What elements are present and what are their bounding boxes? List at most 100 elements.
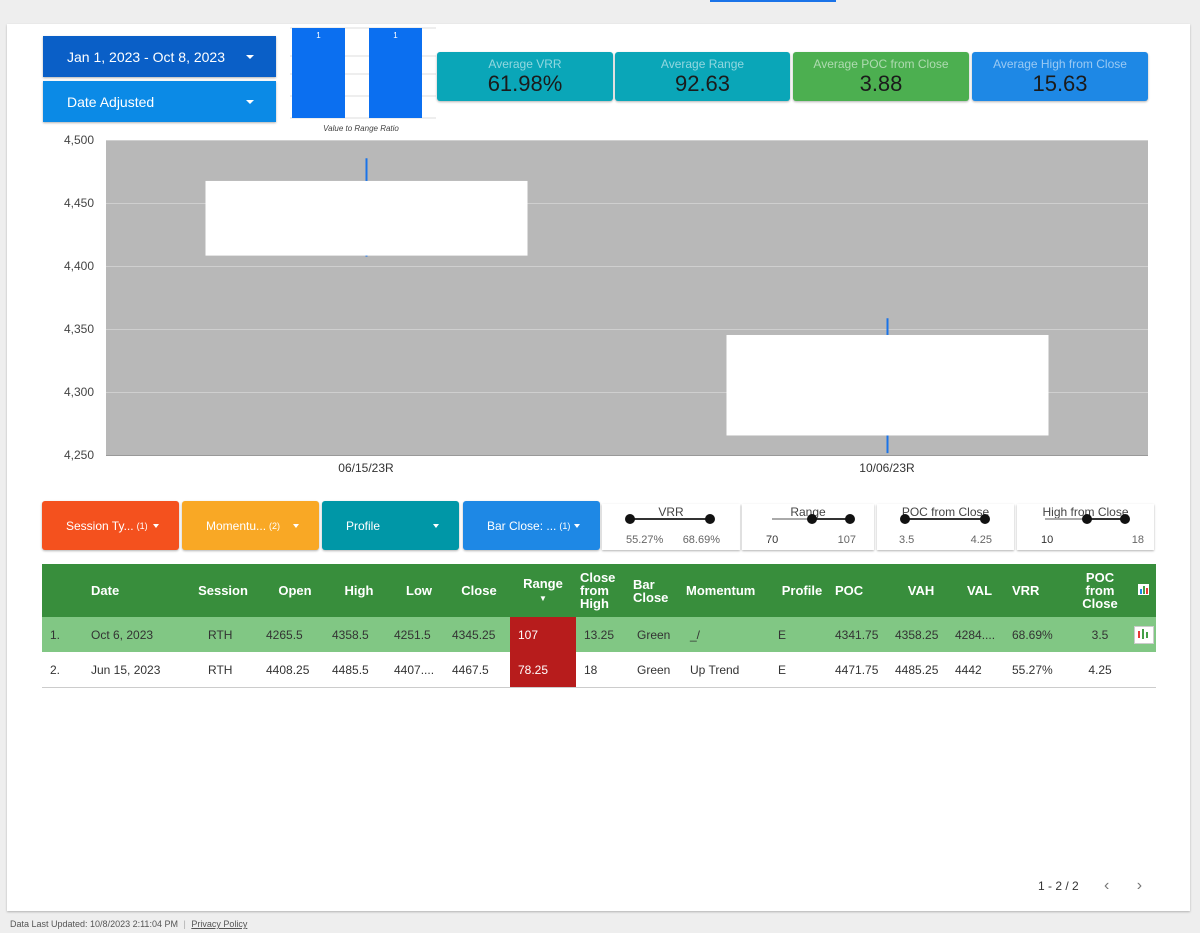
active-tab-indicator	[710, 0, 836, 2]
col-header-bar-close[interactable]: Bar Close	[629, 564, 682, 617]
cell-vrr: 55.27%	[1008, 652, 1070, 688]
mini-bar	[369, 28, 422, 118]
cell-poc: 4471.75	[831, 652, 891, 688]
cell-val: 4284....	[951, 617, 1008, 652]
kpi-value: 61.98%	[487, 71, 563, 96]
slider-track	[905, 518, 985, 520]
cell-close-from-high: 18	[576, 652, 629, 688]
profile-filter[interactable]: Profile	[322, 501, 459, 550]
cell-low: 4407....	[390, 652, 448, 688]
kpi-average-vrr: Average VRR 61.98%	[437, 52, 613, 101]
date-adjusted-label: Date Adjusted	[67, 93, 155, 110]
range-slider[interactable]: Range 70 107	[742, 504, 874, 550]
slider-track-inactive	[1045, 518, 1087, 520]
privacy-policy-link[interactable]: Privacy Policy	[191, 919, 247, 929]
col-header-low[interactable]: Low	[390, 564, 448, 617]
kpi-label: Average High from Close	[993, 57, 1127, 71]
slider-high-handle[interactable]	[1120, 514, 1130, 524]
pagination: 1 - 2 / 2 ‹ ›	[1038, 877, 1142, 895]
date-range-control[interactable]: Jan 1, 2023 - Oct 8, 2023	[43, 36, 276, 77]
kpi-label: Average VRR	[488, 57, 562, 71]
row-chart-cell[interactable]	[1130, 617, 1156, 652]
cell-bar-close: Green	[629, 617, 682, 652]
col-header-vrr[interactable]: VRR	[1008, 564, 1070, 617]
slider-low-handle[interactable]	[1082, 514, 1092, 524]
sessions-table: Date Session Open High Low Close Range ▼ …	[42, 564, 1156, 688]
slider-min-value: 70	[766, 534, 779, 546]
col-header-profile[interactable]: Profile	[773, 564, 831, 617]
row-number: 2.	[42, 652, 83, 688]
cell-profile: E	[773, 652, 831, 688]
vrr-slider[interactable]: VRR 55.27% 68.69%	[602, 504, 740, 550]
bar-chart-icon	[1137, 584, 1149, 595]
mini-chart-svg: 11	[290, 27, 436, 119]
sort-desc-icon: ▼	[539, 593, 547, 603]
filter-count: (1)	[136, 520, 148, 531]
pagination-label: 1 - 2 / 2	[1038, 879, 1079, 893]
slider-title: VRR	[658, 505, 684, 519]
chart-toggle-icon[interactable]	[1130, 564, 1156, 617]
cell-bar-close: Green	[629, 652, 682, 688]
session-type-filter[interactable]: Session Ty... (1)	[42, 501, 179, 550]
momentum-filter[interactable]: Momentu... (2)	[182, 501, 319, 550]
date-adjusted-control[interactable]: Date Adjusted	[43, 81, 276, 122]
slider-track-inactive	[772, 518, 812, 520]
col-header-date[interactable]: Date	[83, 564, 184, 617]
slider-max-value: 18	[1131, 534, 1144, 546]
slider-max-value: 68.69%	[682, 534, 720, 546]
kpi-label: Average Range	[660, 57, 745, 71]
col-header-vah[interactable]: VAH	[891, 564, 951, 617]
table-row[interactable]: 2. Jun 15, 2023 RTH 4408.25 4485.5 4407.…	[42, 652, 1156, 688]
slider-max-value: 107	[837, 534, 856, 546]
slider-min-value: 55.27%	[626, 534, 664, 546]
mini-chart-caption: Value to Range Ratio	[323, 124, 399, 133]
chevron-right-icon[interactable]: ›	[1137, 877, 1142, 894]
cell-vah: 4358.25	[891, 617, 951, 652]
col-header-range[interactable]: Range ▼	[510, 564, 576, 617]
col-header-momentum[interactable]: Momentum	[682, 564, 773, 617]
kpi-average-high-from-close: Average High from Close 15.63	[972, 52, 1148, 101]
chevron-down-icon	[574, 523, 580, 528]
cell-range: 107	[510, 617, 576, 652]
high-from-close-slider[interactable]: High from Close 10 18	[1017, 504, 1154, 550]
filter-label: Bar Close: ...	[487, 518, 557, 533]
col-header-label: Range	[523, 575, 563, 591]
col-header-high[interactable]: High	[328, 564, 390, 617]
slider-max-value: 4.25	[970, 534, 992, 546]
cell-low: 4251.5	[390, 617, 448, 652]
cell-session: RTH	[184, 652, 262, 688]
filter-label: Momentu...	[206, 518, 267, 533]
chevron-left-icon[interactable]: ‹	[1104, 877, 1109, 894]
cell-close: 4467.5	[448, 652, 510, 688]
bar-close-filter[interactable]: Bar Close: ... (1)	[463, 501, 600, 550]
slider-high-handle[interactable]	[980, 514, 990, 524]
col-header	[42, 564, 83, 617]
chevron-down-icon	[433, 523, 439, 528]
slider-low-handle[interactable]	[807, 514, 817, 524]
cell-close: 4345.25	[448, 617, 510, 652]
mini-bar-label: 1	[393, 31, 398, 40]
col-header-val[interactable]: VAL	[951, 564, 1008, 617]
col-header-close-from-high[interactable]: Close from High	[576, 564, 629, 617]
col-header-session[interactable]: Session	[184, 564, 262, 617]
kpi-value: 3.88	[859, 71, 903, 96]
poc-from-close-slider[interactable]: POC from Close 3.5 4.25	[877, 504, 1014, 550]
col-header-poc-from-close[interactable]: POC from Close	[1070, 564, 1130, 617]
slider-low-handle[interactable]	[900, 514, 910, 524]
slider-high-handle[interactable]	[705, 514, 715, 524]
slider-low-handle[interactable]	[625, 514, 635, 524]
table-header-row: Date Session Open High Low Close Range ▼ …	[42, 564, 1156, 617]
cell-session: RTH	[184, 617, 262, 652]
cell-high: 4358.5	[328, 617, 390, 652]
slider-high-handle[interactable]	[845, 514, 855, 524]
kpi-value: 92.63	[674, 71, 731, 96]
cell-date: Jun 15, 2023	[83, 652, 184, 688]
cell-vrr: 68.69%	[1008, 617, 1070, 652]
table-row[interactable]: 1. Oct 6, 2023 RTH 4265.5 4358.5 4251.5 …	[42, 617, 1156, 652]
kpi-label: Average POC from Close	[813, 57, 949, 71]
cell-open: 4408.25	[262, 652, 328, 688]
chevron-down-icon	[246, 99, 254, 104]
col-header-close[interactable]: Close	[448, 564, 510, 617]
col-header-open[interactable]: Open	[262, 564, 328, 617]
col-header-poc[interactable]: POC	[831, 564, 891, 617]
